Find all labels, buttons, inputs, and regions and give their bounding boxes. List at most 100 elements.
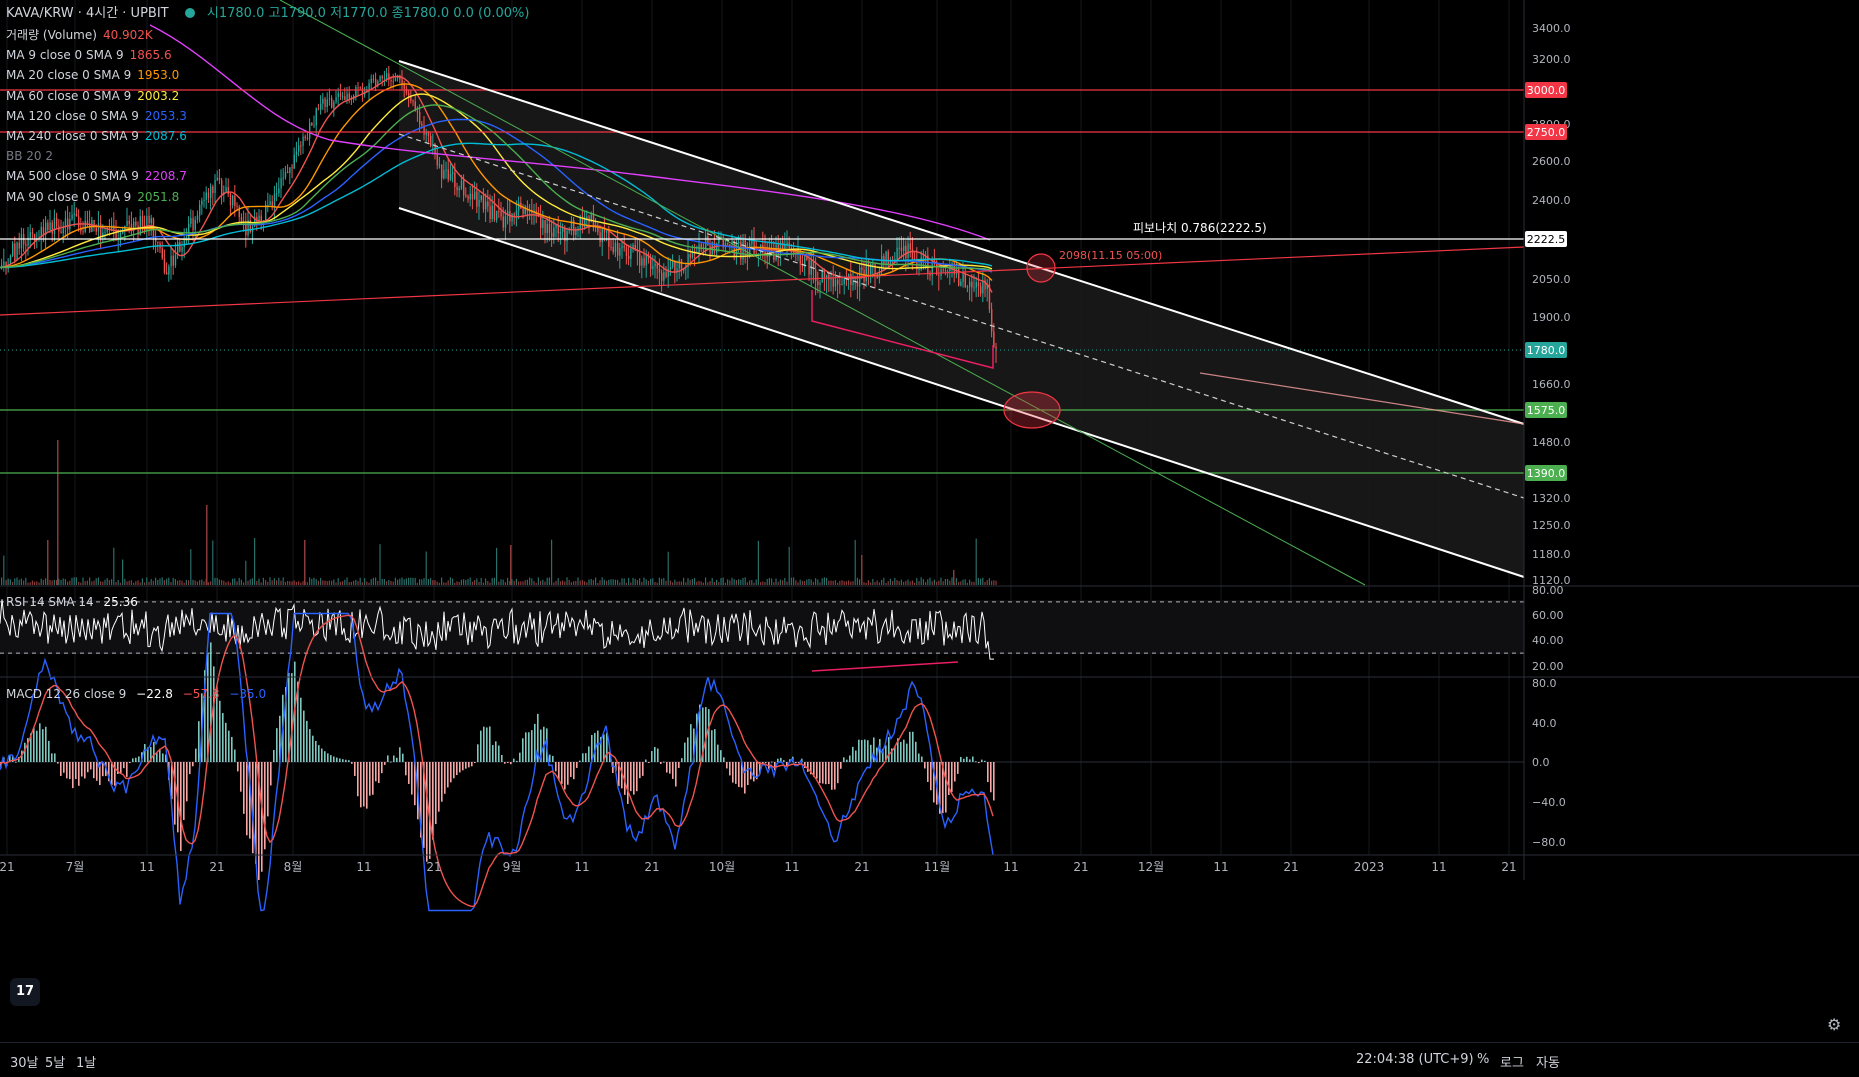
legend-item[interactable]: MA 120 close 0 SMA 9 2053.3 bbox=[6, 108, 187, 124]
candle-body bbox=[823, 269, 826, 279]
volume-bar bbox=[630, 582, 632, 585]
candle-body bbox=[51, 222, 53, 234]
volume-bar bbox=[995, 580, 997, 585]
volume-bar bbox=[700, 581, 702, 585]
range-1d-button[interactable]: 1날 bbox=[76, 1052, 96, 1071]
volume-bar bbox=[577, 577, 579, 585]
volume-bar bbox=[342, 581, 344, 585]
macd-histogram-bar bbox=[900, 741, 902, 762]
volume-bar bbox=[755, 579, 757, 585]
candle-body bbox=[654, 263, 656, 267]
candle-body bbox=[513, 214, 515, 216]
volume-bar bbox=[106, 578, 108, 585]
macd-histogram-bar bbox=[60, 762, 62, 776]
candle-body bbox=[300, 145, 302, 147]
volume-bar bbox=[773, 582, 775, 585]
legend-item[interactable]: 거래량 (Volume) 40.902K bbox=[6, 27, 153, 43]
candle-body bbox=[73, 213, 75, 215]
candle-body bbox=[458, 188, 460, 191]
candle-body bbox=[729, 244, 731, 246]
macd-histogram-bar bbox=[132, 758, 134, 762]
legend-item[interactable]: MA 500 close 0 SMA 9 2208.7 bbox=[6, 168, 187, 184]
volume-bar bbox=[355, 579, 357, 585]
candle-body bbox=[496, 210, 498, 220]
macd-histogram-bar bbox=[807, 762, 809, 772]
volume-bar bbox=[815, 578, 817, 585]
volume-bar bbox=[621, 578, 623, 585]
volume-bar bbox=[388, 579, 390, 585]
symbol-header[interactable]: KAVA/KRW · 4시간 · UPBIT 시1780.0 고1790.0 저… bbox=[6, 6, 529, 22]
candle-body bbox=[511, 214, 513, 222]
candle-body bbox=[56, 217, 58, 226]
candle-body bbox=[232, 195, 234, 206]
macd-histogram-bar bbox=[687, 737, 689, 762]
auto-toggle[interactable]: 자동 bbox=[1536, 1052, 1560, 1071]
volume-bar bbox=[390, 581, 392, 585]
volume-bar bbox=[157, 579, 159, 585]
legend-item[interactable]: MA 240 close 0 SMA 9 2087.6 bbox=[6, 128, 187, 144]
chart-canvas[interactable]: 3400.03200.02800.02600.02400.02050.01900… bbox=[0, 0, 1859, 1076]
candle-body bbox=[443, 170, 445, 179]
macd-histogram-bar bbox=[366, 762, 368, 809]
volume-bar bbox=[830, 580, 832, 585]
range-30d-button[interactable]: 30날 bbox=[10, 1052, 39, 1071]
candle-body bbox=[135, 221, 137, 226]
time-axis-label: 11 bbox=[1213, 860, 1228, 874]
candle-body bbox=[53, 217, 56, 234]
rsi-legend[interactable]: RSI 14 SMA 14 25.36 bbox=[6, 594, 138, 610]
macd-histogram-bar bbox=[465, 762, 467, 769]
candle-body bbox=[335, 97, 337, 103]
macd-tick-label: 80.0 bbox=[1532, 677, 1557, 690]
volume-bar bbox=[808, 578, 810, 585]
volume-bar bbox=[12, 581, 14, 585]
volume-bar bbox=[69, 580, 71, 585]
volume-bar bbox=[722, 577, 724, 585]
volume-bar bbox=[469, 577, 471, 585]
tradingview-logo-icon[interactable]: 17 bbox=[10, 978, 40, 1006]
percent-toggle[interactable]: % bbox=[1477, 1052, 1489, 1067]
macd-histogram-bar bbox=[579, 760, 581, 762]
macd-histogram-bar bbox=[846, 759, 848, 762]
volume-bar bbox=[746, 582, 748, 585]
candle-body bbox=[192, 218, 194, 230]
legend-item[interactable]: MA 60 close 0 SMA 9 2003.2 bbox=[6, 88, 179, 104]
volume-bar bbox=[221, 580, 223, 585]
symbol-title[interactable]: KAVA/KRW · 4시간 · UPBIT bbox=[6, 6, 169, 21]
candle-body bbox=[493, 205, 496, 220]
candle-body bbox=[221, 180, 223, 195]
macd-histogram-bar bbox=[720, 750, 722, 762]
macd-histogram-bar bbox=[957, 762, 959, 774]
candle-body bbox=[601, 229, 603, 243]
macd-histogram-bar bbox=[684, 742, 686, 762]
volume-bar bbox=[196, 581, 198, 585]
legend-item[interactable]: MA 9 close 0 SMA 9 1865.6 bbox=[6, 47, 172, 63]
volume-bar bbox=[542, 579, 544, 585]
volume-bar bbox=[243, 582, 245, 585]
legend-value: 2053.3 bbox=[144, 108, 187, 123]
macd-histogram-bar bbox=[522, 738, 524, 762]
volume-bar bbox=[207, 582, 209, 585]
clock[interactable]: 22:04:38 (UTC+9) bbox=[1356, 1052, 1474, 1067]
volume-bar bbox=[504, 582, 506, 585]
volume-bar bbox=[793, 577, 795, 585]
volume-bar bbox=[500, 579, 502, 585]
legend-value: 40.902K bbox=[102, 28, 153, 42]
macd-histogram-bar bbox=[480, 730, 482, 762]
volume-bar bbox=[210, 581, 212, 585]
volume-bar bbox=[357, 581, 359, 585]
volume-bar bbox=[368, 582, 370, 585]
legend-item[interactable]: MA 90 close 0 SMA 9 2051.8 bbox=[6, 189, 179, 205]
legend-item[interactable]: MA 20 close 0 SMA 9 1953.0 bbox=[6, 67, 179, 83]
volume-bar bbox=[634, 578, 636, 585]
macd-legend[interactable]: MACD 12 26 close 9 −22.8 −57.8 −35.0 bbox=[6, 686, 266, 702]
range-5d-button[interactable]: 5날 bbox=[45, 1052, 65, 1071]
volume-bar bbox=[878, 582, 880, 585]
log-toggle[interactable]: 로그 bbox=[1500, 1052, 1524, 1071]
legend-item[interactable]: BB 20 2 bbox=[6, 148, 59, 164]
volume-bar bbox=[20, 578, 22, 585]
macd-histogram-bar bbox=[153, 742, 155, 762]
candle-body bbox=[166, 272, 168, 275]
candle-body bbox=[190, 218, 192, 224]
gear-icon[interactable]: ⚙ bbox=[1827, 1015, 1841, 1034]
volume-bar bbox=[861, 555, 863, 585]
